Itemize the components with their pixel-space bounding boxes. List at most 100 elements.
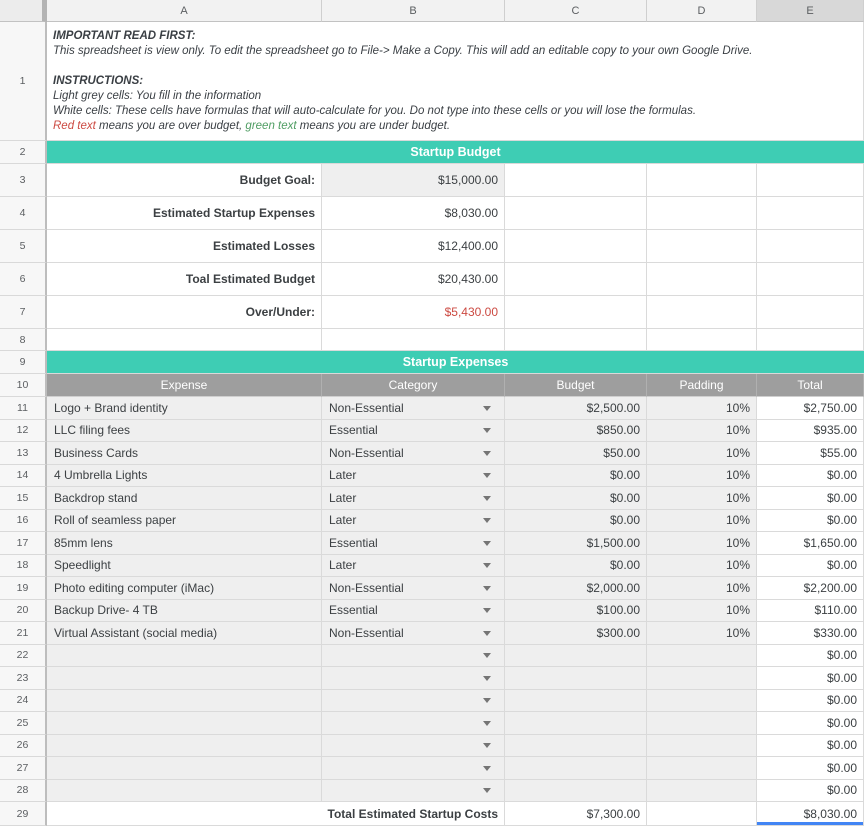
cell-category-B20[interactable]: Essential — [322, 600, 505, 623]
cell-padding-D24[interactable] — [647, 690, 757, 713]
cell-label-A4[interactable]: Estimated Startup Expenses — [47, 197, 322, 230]
row-header-10[interactable]: 10 — [0, 374, 47, 397]
cell-total-E20[interactable]: $110.00 — [757, 600, 864, 623]
row-header-19[interactable]: 19 — [0, 577, 47, 600]
cell-D5[interactable] — [647, 230, 757, 263]
cell-value-B6[interactable]: $20,430.00 — [322, 263, 505, 296]
header-expense[interactable]: Expense — [47, 374, 322, 397]
cell-padding-D22[interactable] — [647, 645, 757, 668]
cell-category-B16[interactable]: Later — [322, 510, 505, 533]
cell-budget-total[interactable]: $7,300.00 — [505, 802, 647, 826]
cell-expense-A25[interactable] — [47, 712, 322, 735]
cell-E4[interactable] — [757, 197, 864, 230]
dropdown-arrow-icon[interactable] — [483, 563, 491, 568]
cell-label-A7[interactable]: Over/Under: — [47, 296, 322, 329]
row-header-4[interactable]: 4 — [0, 197, 47, 230]
cell-C3[interactable] — [505, 164, 647, 197]
cell-expense-A27[interactable] — [47, 757, 322, 780]
cell-budget-C22[interactable] — [505, 645, 647, 668]
header-budget[interactable]: Budget — [505, 374, 647, 397]
cell-category-B12[interactable]: Essential — [322, 420, 505, 443]
row-header-26[interactable]: 26 — [0, 735, 47, 758]
cell-expense-A15[interactable]: Backdrop stand — [47, 487, 322, 510]
cell-E3[interactable] — [757, 164, 864, 197]
cell-budget-C20[interactable]: $100.00 — [505, 600, 647, 623]
cell-padding-D20[interactable]: 10% — [647, 600, 757, 623]
column-header-B[interactable]: B — [322, 0, 505, 22]
row-header-7[interactable]: 7 — [0, 296, 47, 329]
column-header-C[interactable]: C — [505, 0, 647, 22]
cell-C4[interactable] — [505, 197, 647, 230]
cell-budget-C17[interactable]: $1,500.00 — [505, 532, 647, 555]
cell-padding-D25[interactable] — [647, 712, 757, 735]
dropdown-arrow-icon[interactable] — [483, 743, 491, 748]
cell-budget-C21[interactable]: $300.00 — [505, 622, 647, 645]
dropdown-arrow-icon[interactable] — [483, 428, 491, 433]
cell-total-label[interactable]: Total Estimated Startup Costs — [47, 802, 505, 826]
cell-category-B25[interactable] — [322, 712, 505, 735]
cell-budget-C25[interactable] — [505, 712, 647, 735]
dropdown-arrow-icon[interactable] — [483, 451, 491, 456]
cell-expense-A21[interactable]: Virtual Assistant (social media) — [47, 622, 322, 645]
cell-total-E19[interactable]: $2,200.00 — [757, 577, 864, 600]
cell-label-A5[interactable]: Estimated Losses — [47, 230, 322, 263]
row-header-17[interactable]: 17 — [0, 532, 47, 555]
row-header-6[interactable]: 6 — [0, 263, 47, 296]
cell-value-B4[interactable]: $8,030.00 — [322, 197, 505, 230]
column-header-A[interactable]: A — [47, 0, 322, 22]
cell-D7[interactable] — [647, 296, 757, 329]
cell-C6[interactable] — [505, 263, 647, 296]
row-header-24[interactable]: 24 — [0, 690, 47, 713]
cell-category-B27[interactable] — [322, 757, 505, 780]
cell-D8[interactable] — [647, 329, 757, 351]
cell-padding-D27[interactable] — [647, 757, 757, 780]
cell-budget-C19[interactable]: $2,000.00 — [505, 577, 647, 600]
cell-value-B7[interactable]: $5,430.00 — [322, 296, 505, 329]
cell-padding-D23[interactable] — [647, 667, 757, 690]
cell-category-B28[interactable] — [322, 780, 505, 803]
row-header-1[interactable]: 1 — [0, 22, 47, 141]
dropdown-arrow-icon[interactable] — [483, 631, 491, 636]
cell-D3[interactable] — [647, 164, 757, 197]
cell-category-B18[interactable]: Later — [322, 555, 505, 578]
cell-padding-D14[interactable]: 10% — [647, 465, 757, 488]
cell-total-E15[interactable]: $0.00 — [757, 487, 864, 510]
cell-category-B19[interactable]: Non-Essential — [322, 577, 505, 600]
cell-category-B22[interactable] — [322, 645, 505, 668]
cell-grand-total[interactable]: $8,030.00 — [757, 802, 864, 826]
cell-padding-D12[interactable]: 10% — [647, 420, 757, 443]
cell-expense-A23[interactable] — [47, 667, 322, 690]
cell-budget-C14[interactable]: $0.00 — [505, 465, 647, 488]
row-header-23[interactable]: 23 — [0, 667, 47, 690]
cell-value-B5[interactable]: $12,400.00 — [322, 230, 505, 263]
cell-budget-C26[interactable] — [505, 735, 647, 758]
row-header-3[interactable]: 3 — [0, 164, 47, 197]
cell-E5[interactable] — [757, 230, 864, 263]
cell-E6[interactable] — [757, 263, 864, 296]
dropdown-arrow-icon[interactable] — [483, 496, 491, 501]
cell-total-E14[interactable]: $0.00 — [757, 465, 864, 488]
select-all-corner[interactable] — [0, 0, 47, 22]
cell-A8[interactable] — [47, 329, 322, 351]
header-padding[interactable]: Padding — [647, 374, 757, 397]
cell-padding-total[interactable] — [647, 802, 757, 826]
row-header-15[interactable]: 15 — [0, 487, 47, 510]
cell-expense-A18[interactable]: Speedlight — [47, 555, 322, 578]
cell-E8[interactable] — [757, 329, 864, 351]
cell-expense-A28[interactable] — [47, 780, 322, 803]
row-header-2[interactable]: 2 — [0, 141, 47, 164]
dropdown-arrow-icon[interactable] — [483, 406, 491, 411]
cell-total-E16[interactable]: $0.00 — [757, 510, 864, 533]
row-header-29[interactable]: 29 — [0, 802, 47, 826]
dropdown-arrow-icon[interactable] — [483, 676, 491, 681]
cell-category-B26[interactable] — [322, 735, 505, 758]
dropdown-arrow-icon[interactable] — [483, 721, 491, 726]
cell-budget-C27[interactable] — [505, 757, 647, 780]
dropdown-arrow-icon[interactable] — [483, 788, 491, 793]
cell-total-E26[interactable]: $0.00 — [757, 735, 864, 758]
cell-padding-D13[interactable]: 10% — [647, 442, 757, 465]
cell-padding-D15[interactable]: 10% — [647, 487, 757, 510]
dropdown-arrow-icon[interactable] — [483, 541, 491, 546]
cell-budget-C12[interactable]: $850.00 — [505, 420, 647, 443]
cell-total-E18[interactable]: $0.00 — [757, 555, 864, 578]
